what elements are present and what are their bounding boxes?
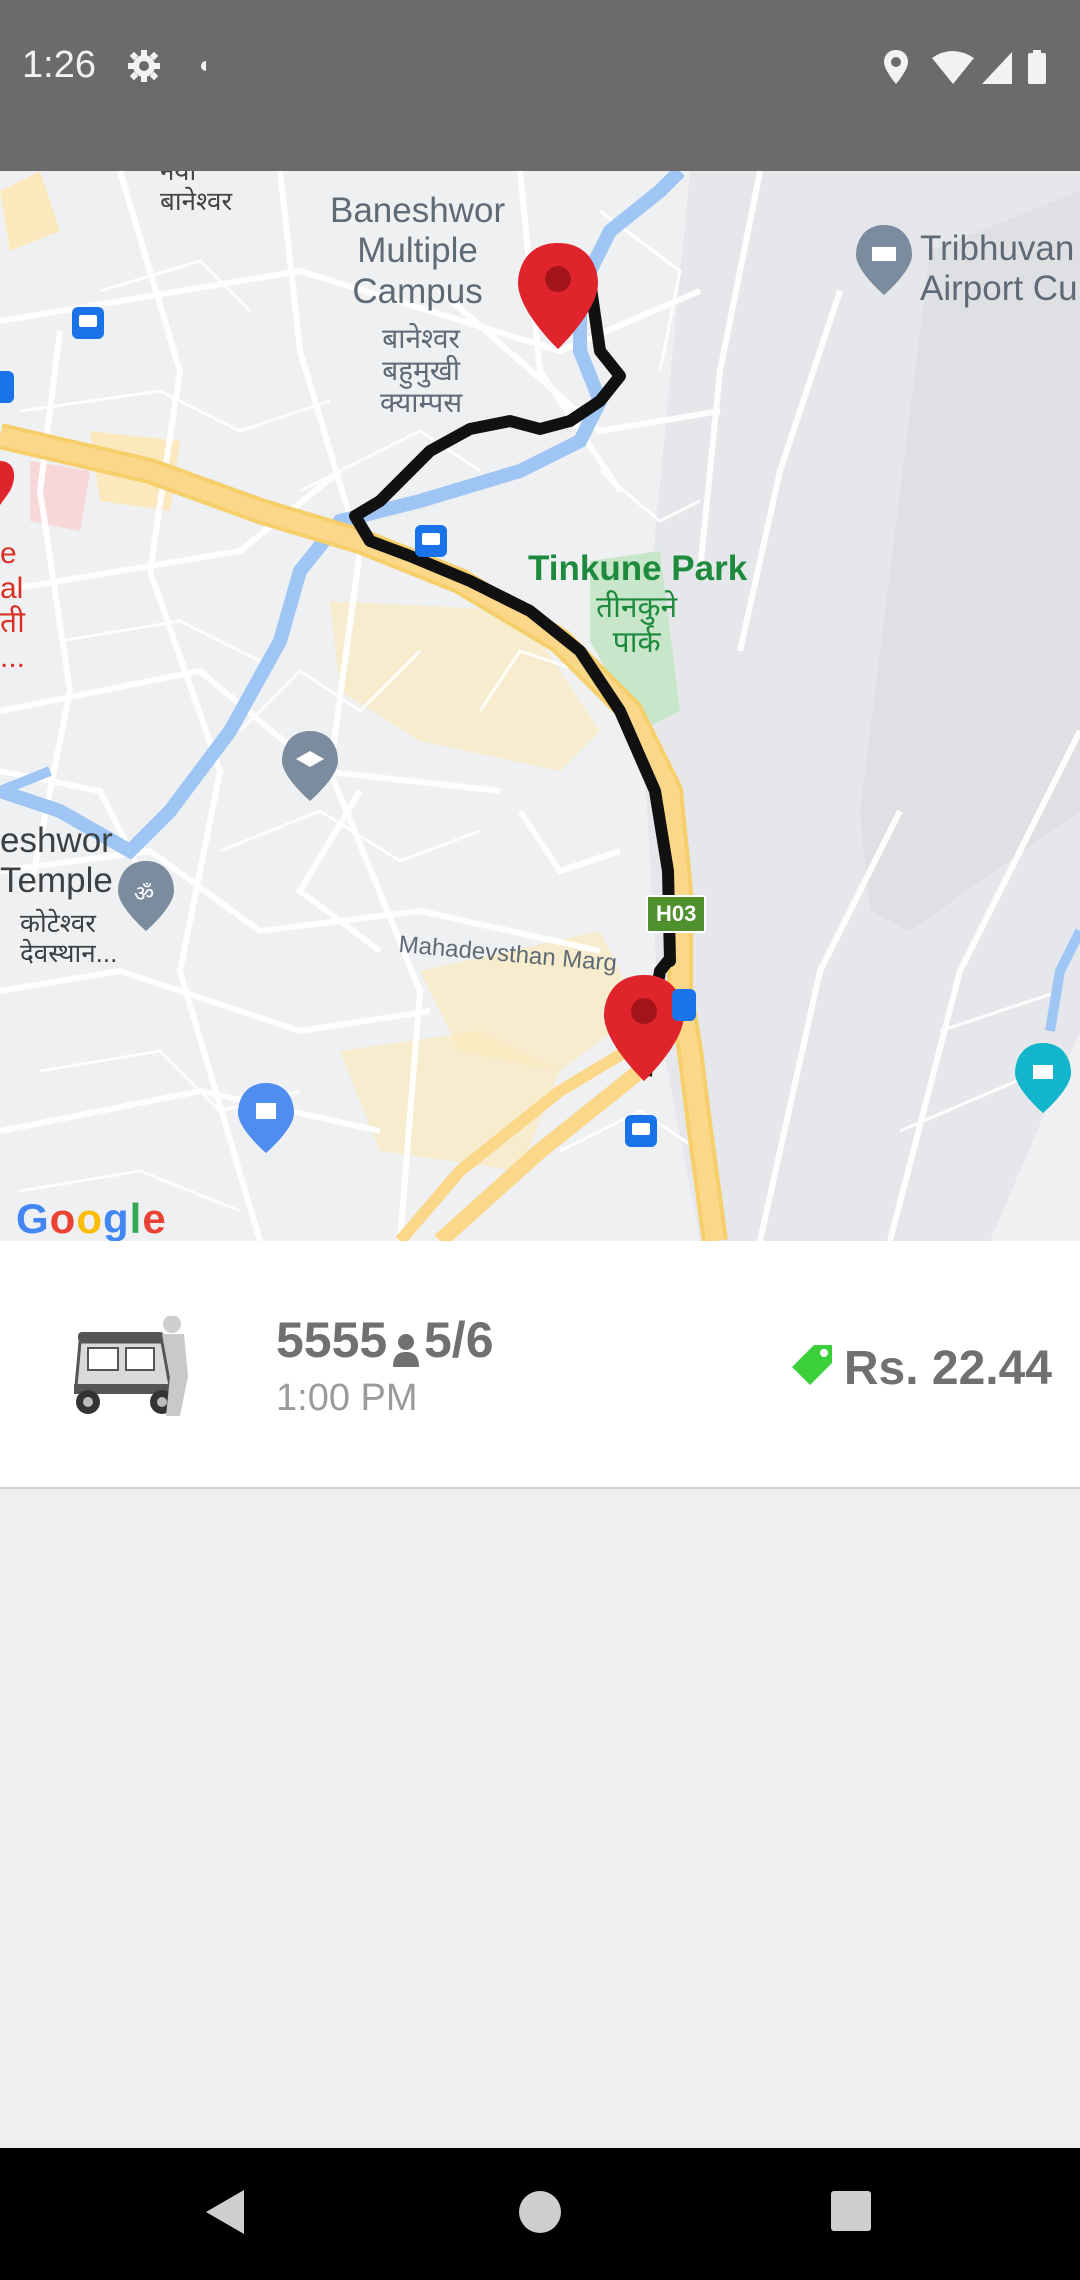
status-right-icons (882, 48, 1062, 93)
map-label-temple-devanagari: कोटेश्वर देवस्थान... (20, 908, 118, 968)
price-tag-icon (792, 1345, 832, 1385)
map-label-temple: eshwor Temple (0, 821, 113, 901)
recents-icon[interactable] (828, 2184, 874, 2240)
map-label-campus-devanagari: बानेश्वर बहुमुखी क्याम्पस (380, 323, 463, 419)
map-view[interactable]: ॐ नया बानेश्वर Baneshwor Multiple Campus… (0, 171, 1080, 1241)
trip-time: 1:00 PM (276, 1377, 418, 1419)
notification-dot-icon (201, 61, 211, 71)
map-label-campus: Baneshwor Multiple Campus (330, 191, 506, 311)
wifi-icon (932, 51, 974, 84)
trip-card[interactable]: 5555 5/6 1:00 PM Rs. 22.44 (0, 1241, 1080, 1489)
auto-rickshaw-icon (74, 1316, 188, 1416)
google-logo: Google (16, 1195, 167, 1241)
settings-icon (128, 50, 160, 82)
bus-stop-icon (625, 1115, 657, 1147)
seat-count: 5/6 (424, 1312, 494, 1368)
map-canvas: ॐ (0, 171, 1080, 1241)
home-icon[interactable] (517, 2184, 563, 2240)
bus-stop-icon (0, 371, 14, 403)
map-label-airport: Tribhuvan Airport Cu (920, 229, 1078, 309)
battery-icon (1028, 50, 1046, 84)
status-left-icons (126, 48, 211, 89)
svg-text:ॐ: ॐ (134, 882, 154, 907)
back-icon[interactable] (200, 2184, 250, 2240)
location-icon (884, 50, 908, 84)
status-bar: 1:26 (0, 0, 1080, 171)
fare-amount: Rs. 22.44 (843, 1342, 1052, 1395)
map-label-park: Tinkune Park (528, 549, 748, 588)
map-label-left-edge: e al ती ... (0, 537, 26, 674)
bus-stop-icon (672, 989, 696, 1021)
bus-stop-icon (415, 525, 447, 557)
road-badge: H03 (646, 895, 707, 933)
map-label-park-devanagari: तीनकुने पार्क (596, 591, 678, 659)
map-label-area: नया बानेश्वर (160, 171, 233, 216)
person-icon (393, 1334, 419, 1367)
bus-stop-icon (72, 307, 104, 339)
trip-id: 5555 (276, 1312, 388, 1368)
navigation-bar (0, 2148, 1080, 2280)
signal-icon (982, 52, 1012, 84)
status-time: 1:26 (22, 44, 96, 86)
